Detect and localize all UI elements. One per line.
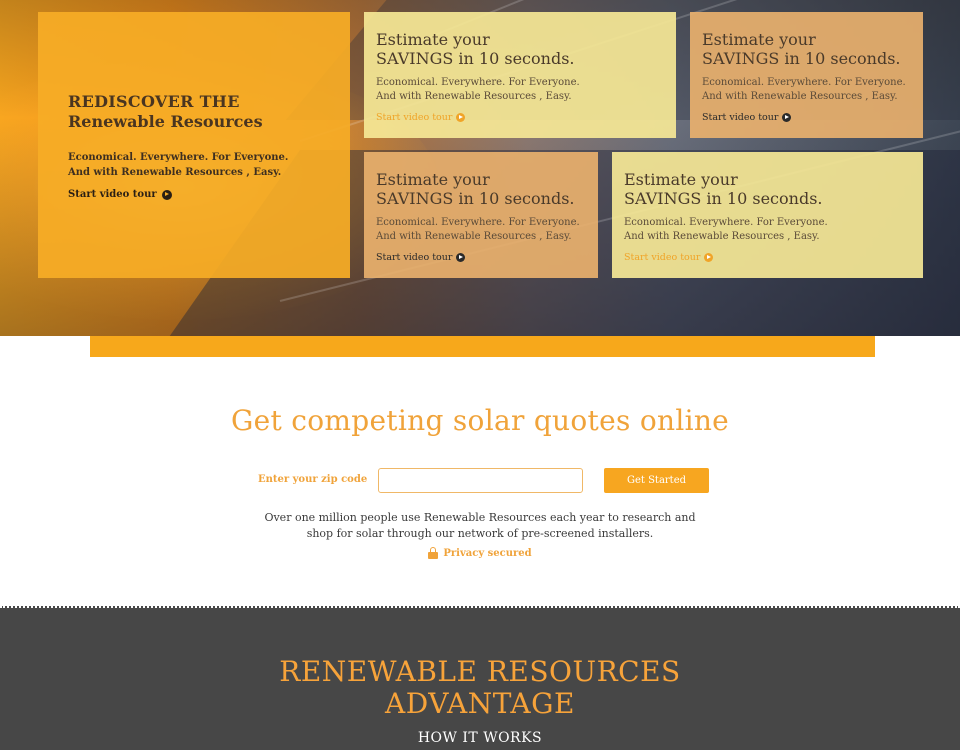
play-circle-icon	[456, 253, 466, 262]
estimate-card-title-line1: Estimate your	[376, 170, 490, 189]
estimate-card-subtitle: Economical. Everywhere. For Everyone. An…	[376, 76, 664, 104]
start-video-tour-label: Start video tour	[624, 252, 701, 263]
estimate-card-title-line2: SAVINGS in 10 seconds.	[376, 189, 575, 208]
section-divider	[0, 606, 960, 608]
estimate-card-title-line1: Estimate your	[702, 30, 816, 49]
play-circle-icon	[782, 113, 792, 122]
accent-bar	[90, 336, 875, 357]
estimate-card-title-line1: Estimate your	[624, 170, 738, 189]
hero-banner: REDISCOVER THE Renewable Resources Econo…	[0, 0, 960, 336]
advantage-title: RENEWABLE RESOURCES ADVANTAGE	[0, 656, 960, 720]
estimate-card-subtitle: Economical. Everywhere. For Everyone. An…	[624, 216, 911, 244]
estimate-card-subtitle-line1: Economical. Everywhere. For Everyone.	[376, 77, 580, 88]
estimate-card-title-line2: SAVINGS in 10 seconds.	[624, 189, 823, 208]
play-circle-icon	[456, 113, 466, 122]
estimate-card-title-line1: Estimate your	[376, 30, 490, 49]
start-video-tour-link[interactable]: Start video tour	[68, 189, 350, 200]
quote-section-title: Get competing solar quotes online	[230, 404, 730, 437]
zip-code-label: Enter your zip code	[258, 474, 368, 485]
estimate-card-title-line2: SAVINGS in 10 seconds.	[376, 49, 575, 68]
estimate-card-subtitle-line2: And with Renewable Resources , Easy.	[702, 91, 898, 102]
hero-main-subtitle-line2: And with Renewable Resources , Easy.	[68, 167, 282, 178]
get-started-button[interactable]: Get Started	[604, 468, 709, 493]
estimate-card-subtitle-line1: Economical. Everywhere. For Everyone.	[376, 217, 580, 228]
play-circle-icon	[161, 189, 172, 200]
start-video-tour-label: Start video tour	[376, 112, 453, 123]
estimate-card-subtitle-line2: And with Renewable Resources , Easy.	[376, 91, 572, 102]
start-video-tour-link[interactable]: Start video tour	[702, 112, 911, 123]
privacy-label: Privacy secured	[443, 547, 532, 559]
estimate-card-subtitle-line2: And with Renewable Resources , Easy.	[376, 231, 572, 242]
start-video-tour-label: Start video tour	[376, 252, 453, 263]
estimate-card-subtitle: Economical. Everywhere. For Everyone. An…	[702, 76, 911, 104]
hero-main-title-line1: REDISCOVER THE	[68, 92, 240, 111]
start-video-tour-link[interactable]: Start video tour	[376, 252, 586, 263]
start-video-tour-link[interactable]: Start video tour	[376, 112, 664, 123]
play-circle-icon	[704, 253, 714, 262]
start-video-tour-label: Start video tour	[702, 112, 779, 123]
quote-description: Over one million people use Renewable Re…	[0, 510, 960, 542]
hero-main-title-line2: Renewable Resources	[68, 112, 263, 131]
estimate-card-subtitle-line1: Economical. Everywhere. For Everyone.	[702, 77, 906, 88]
estimate-card: Estimate your SAVINGS in 10 seconds. Eco…	[364, 152, 598, 278]
advantage-title-line2: ADVANTAGE	[385, 687, 575, 720]
quote-description-line1: Over one million people use Renewable Re…	[264, 511, 696, 524]
how-it-works-heading: HOW IT WORKS	[417, 730, 543, 746]
estimate-card-subtitle-line2: And with Renewable Resources , Easy.	[624, 231, 820, 242]
hero-main-card: REDISCOVER THE Renewable Resources Econo…	[38, 12, 350, 278]
start-video-tour-label: Start video tour	[68, 189, 157, 200]
estimate-card: Estimate your SAVINGS in 10 seconds. Eco…	[690, 12, 923, 138]
lock-icon	[428, 547, 439, 559]
hero-main-subtitle: Economical. Everywhere. For Everyone. An…	[68, 150, 350, 180]
advantage-title-line1: RENEWABLE RESOURCES	[279, 655, 681, 688]
quote-description-line2: shop for solar through our network of pr…	[306, 527, 654, 540]
estimate-card-title-line2: SAVINGS in 10 seconds.	[702, 49, 901, 68]
estimate-card: Estimate your SAVINGS in 10 seconds. Eco…	[364, 12, 676, 138]
zip-code-input[interactable]	[378, 468, 583, 493]
estimate-card: Estimate your SAVINGS in 10 seconds. Eco…	[612, 152, 923, 278]
privacy-notice: Privacy secured	[0, 547, 960, 559]
start-video-tour-link[interactable]: Start video tour	[624, 252, 911, 263]
hero-main-subtitle-line1: Economical. Everywhere. For Everyone.	[68, 152, 289, 163]
estimate-card-subtitle-line1: Economical. Everywhere. For Everyone.	[624, 217, 828, 228]
estimate-card-subtitle: Economical. Everywhere. For Everyone. An…	[376, 216, 586, 244]
